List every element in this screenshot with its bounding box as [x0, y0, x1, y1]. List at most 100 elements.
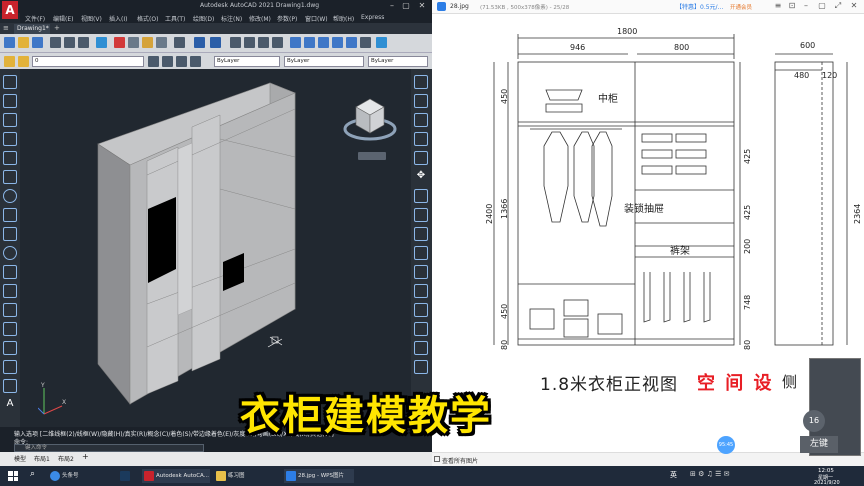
copy-object-icon[interactable] [414, 94, 428, 108]
new-tab-icon[interactable]: + [54, 24, 60, 32]
cut-icon[interactable] [114, 37, 125, 48]
ellipse-icon[interactable] [3, 246, 17, 260]
open-membership-button[interactable]: 开通会员 [730, 3, 752, 11]
add-layout-icon[interactable]: + [82, 452, 89, 461]
search-icon[interactable]: ⌕ [30, 469, 35, 479]
design-center-icon[interactable] [304, 37, 315, 48]
wardrobe-drawing-image[interactable]: 946 1800 800 600 480 120 2400 450 1366 4… [432, 14, 864, 452]
taskbar-autocad[interactable]: Autodesk AutoCA... [142, 469, 210, 483]
point-icon[interactable] [3, 322, 17, 336]
3d-print-icon[interactable] [96, 37, 107, 48]
viewer-maximize-icon[interactable]: ▢ [816, 1, 828, 11]
array-icon[interactable] [414, 151, 428, 165]
lineweight-dropdown[interactable]: ByLayer [368, 56, 428, 67]
multiline-text-icon[interactable]: A [3, 398, 17, 412]
tray-icons[interactable]: ⊞ ⚙ ♫ ☰ ✉ [690, 470, 729, 478]
paste-icon[interactable] [142, 37, 153, 48]
hatch-icon[interactable] [3, 341, 17, 355]
publish-icon[interactable] [78, 37, 89, 48]
calculator-icon[interactable] [360, 37, 371, 48]
pan-icon[interactable] [230, 37, 241, 48]
menu-express[interactable]: Express [361, 14, 384, 21]
spline-icon[interactable] [3, 227, 17, 241]
new-file-icon[interactable] [4, 37, 15, 48]
start-icon[interactable] [8, 471, 18, 481]
markup-icon[interactable] [346, 37, 357, 48]
viewer-minimize-icon[interactable]: – [800, 1, 812, 11]
save-icon[interactable] [32, 37, 43, 48]
taskbar-wps-photo[interactable]: 28.jpg - WPS图片 [284, 469, 354, 483]
tab-layout1[interactable]: 布局1 [34, 454, 50, 463]
layer-previous-icon[interactable] [162, 56, 173, 67]
menu-tools[interactable]: 工具(T) [165, 14, 185, 23]
tabs-menu-icon[interactable]: ≡ [3, 24, 9, 32]
viewer-close-icon[interactable]: ✕ [848, 1, 860, 11]
tab-drawing1[interactable]: Drawing1* [14, 24, 50, 34]
offset-icon[interactable] [414, 132, 428, 146]
make-block-icon[interactable] [3, 303, 17, 317]
tab-model[interactable]: 模型 [14, 454, 26, 463]
circle-icon[interactable] [3, 189, 17, 203]
grid-view-icon[interactable] [434, 456, 440, 462]
menu-edit[interactable]: 编辑(E) [53, 14, 73, 23]
stretch-icon[interactable] [414, 227, 428, 241]
menu-insert[interactable]: 插入(I) [109, 14, 127, 23]
taskbar-search-label[interactable]: 头条号 [48, 469, 100, 483]
print-icon[interactable] [50, 37, 61, 48]
polyline-icon[interactable] [3, 113, 17, 127]
zoom-window-icon[interactable] [258, 37, 269, 48]
polygon-icon[interactable] [3, 132, 17, 146]
open-folder-icon[interactable] [18, 37, 29, 48]
zoom-realtime-icon[interactable] [244, 37, 255, 48]
input-method-indicator[interactable]: 英 [670, 470, 677, 480]
block-editor-icon[interactable] [174, 37, 185, 48]
menu-modify[interactable]: 修改(M) [249, 14, 271, 23]
line-icon[interactable] [3, 75, 17, 89]
scale-icon[interactable] [414, 208, 428, 222]
close-icon[interactable]: ✕ [416, 1, 428, 11]
construction-line-icon[interactable] [3, 94, 17, 108]
plot-preview-icon[interactable] [64, 37, 75, 48]
zoom-previous-icon[interactable] [272, 37, 283, 48]
linetype-dropdown[interactable]: ByLayer [284, 56, 364, 67]
layer-isolate-icon[interactable] [176, 56, 187, 67]
rotate-icon[interactable] [414, 189, 428, 203]
erase-icon[interactable] [414, 75, 428, 89]
wcs-menu-button[interactable] [358, 152, 386, 160]
redo-icon[interactable] [210, 37, 221, 48]
layer-dropdown[interactable]: 0 [32, 56, 144, 67]
layer-properties-icon[interactable] [4, 56, 15, 67]
chamfer-icon[interactable] [414, 322, 428, 336]
make-current-icon[interactable] [148, 56, 159, 67]
gradient-icon[interactable] [3, 360, 17, 374]
command-input[interactable]: 键入命令 [14, 444, 204, 452]
fillet-icon[interactable] [414, 341, 428, 355]
break-icon[interactable] [414, 284, 428, 298]
menu-view[interactable]: 视图(V) [81, 14, 102, 23]
menu-format[interactable]: 格式(O) [137, 14, 158, 23]
help-icon[interactable] [376, 37, 387, 48]
match-properties-icon[interactable] [156, 37, 167, 48]
tab-layout2[interactable]: 布局2 [58, 454, 74, 463]
extend-icon[interactable] [414, 265, 428, 279]
minimize-icon[interactable]: – [386, 1, 398, 11]
undo-icon[interactable] [194, 37, 205, 48]
trim-icon[interactable] [414, 246, 428, 260]
properties-icon[interactable] [290, 37, 301, 48]
mirror-icon[interactable] [414, 113, 428, 127]
pin-icon[interactable]: ⊡ [786, 1, 798, 11]
menu-file[interactable]: 文件(F) [25, 14, 45, 23]
sheet-set-icon[interactable] [332, 37, 343, 48]
explode-icon[interactable] [414, 360, 428, 374]
taskbar-folder[interactable]: 练习图 [214, 469, 276, 483]
view-all-images-button[interactable]: 查看所有图片 [442, 456, 478, 465]
autocad-logo[interactable]: A [2, 1, 18, 19]
tool-palettes-icon[interactable] [318, 37, 329, 48]
layer-unisolate-icon[interactable] [190, 56, 201, 67]
ellipse-arc-icon[interactable] [3, 265, 17, 279]
promo-link[interactable]: 【特惠】0.5元/... [676, 2, 723, 11]
revision-cloud-icon[interactable] [3, 208, 17, 222]
arc-icon[interactable] [3, 170, 17, 184]
insert-block-icon[interactable] [3, 284, 17, 298]
copy-icon[interactable] [128, 37, 139, 48]
